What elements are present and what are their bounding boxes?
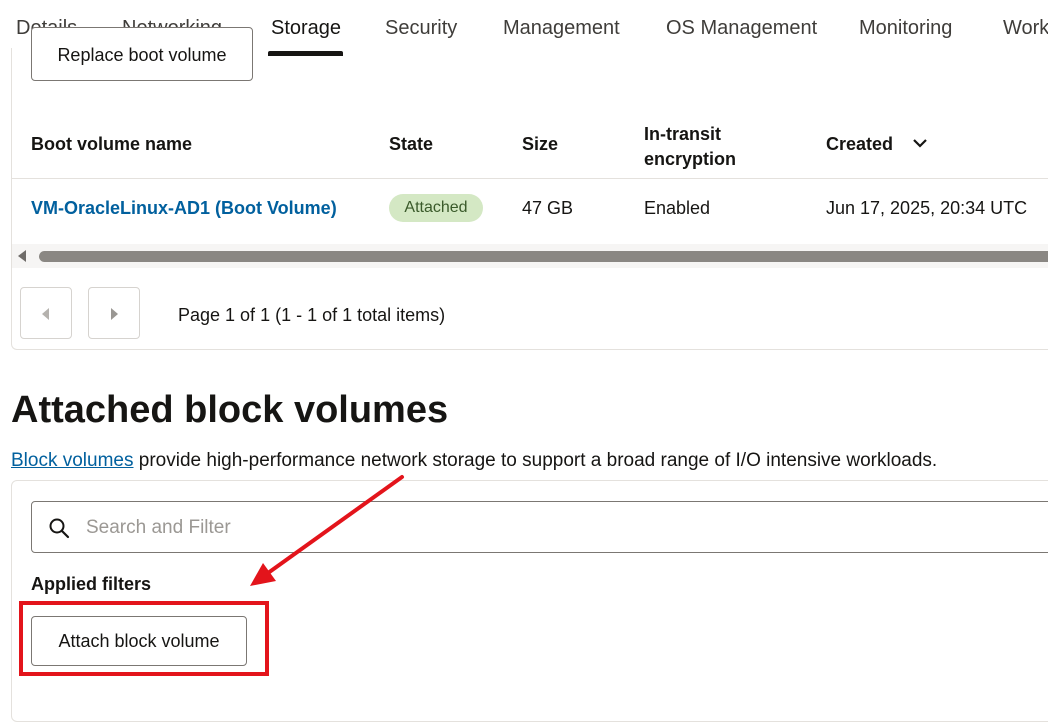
tab-work[interactable]: Work	[1003, 17, 1048, 40]
chevron-down-icon[interactable]	[912, 137, 928, 151]
column-header-name[interactable]: Boot volume name	[31, 134, 192, 155]
next-page-button[interactable]	[88, 287, 140, 339]
section-title: Attached block volumes	[11, 389, 449, 431]
search-filter-box[interactable]	[31, 501, 1048, 553]
header-divider	[12, 178, 1048, 179]
horizontal-scrollbar[interactable]	[12, 244, 1048, 268]
applied-filters-label: Applied filters	[31, 574, 152, 594]
pagination-text: Page 1 of 1 (1 - 1 of 1 total items)	[178, 305, 446, 325]
encryption-cell: Enabled	[644, 198, 711, 218]
column-header-created[interactable]: Created	[826, 134, 893, 155]
search-input[interactable]	[84, 512, 988, 544]
section-description: Block volumes provide high-performance n…	[11, 450, 937, 472]
column-header-encryption[interactable]: In-transit encryption	[644, 122, 764, 172]
previous-page-button[interactable]	[20, 287, 72, 339]
chevron-right-icon	[111, 308, 118, 320]
replace-boot-volume-label: Replace boot volume	[57, 45, 227, 65]
tab-monitoring[interactable]: Monitoring	[859, 17, 952, 40]
search-icon	[49, 518, 70, 539]
chevron-left-icon	[42, 308, 49, 320]
size-cell: 47 GB	[522, 198, 574, 218]
status-badge: Attached	[389, 194, 483, 222]
tab-management[interactable]: Management	[503, 17, 620, 40]
tab-os-management[interactable]: OS Management	[666, 17, 817, 40]
tab-storage[interactable]: Storage	[271, 17, 341, 40]
scrollbar-thumb[interactable]	[39, 251, 1048, 262]
section-description-text: provide high-performance network storage…	[133, 450, 938, 471]
annotation-highlight-box	[19, 601, 269, 676]
boot-volume-name-link[interactable]: VM-OracleLinux-AD1 (Boot Volume)	[31, 198, 337, 219]
scroll-left-icon[interactable]	[18, 250, 26, 262]
tab-security[interactable]: Security	[385, 17, 457, 40]
created-cell: Jun 17, 2025, 20:34 UTC	[826, 198, 1028, 218]
block-volumes-link[interactable]: Block volumes	[11, 450, 134, 471]
column-header-size[interactable]: Size	[522, 134, 558, 155]
column-header-state[interactable]: State	[389, 134, 433, 155]
replace-boot-volume-button[interactable]: Replace boot volume	[31, 27, 253, 81]
